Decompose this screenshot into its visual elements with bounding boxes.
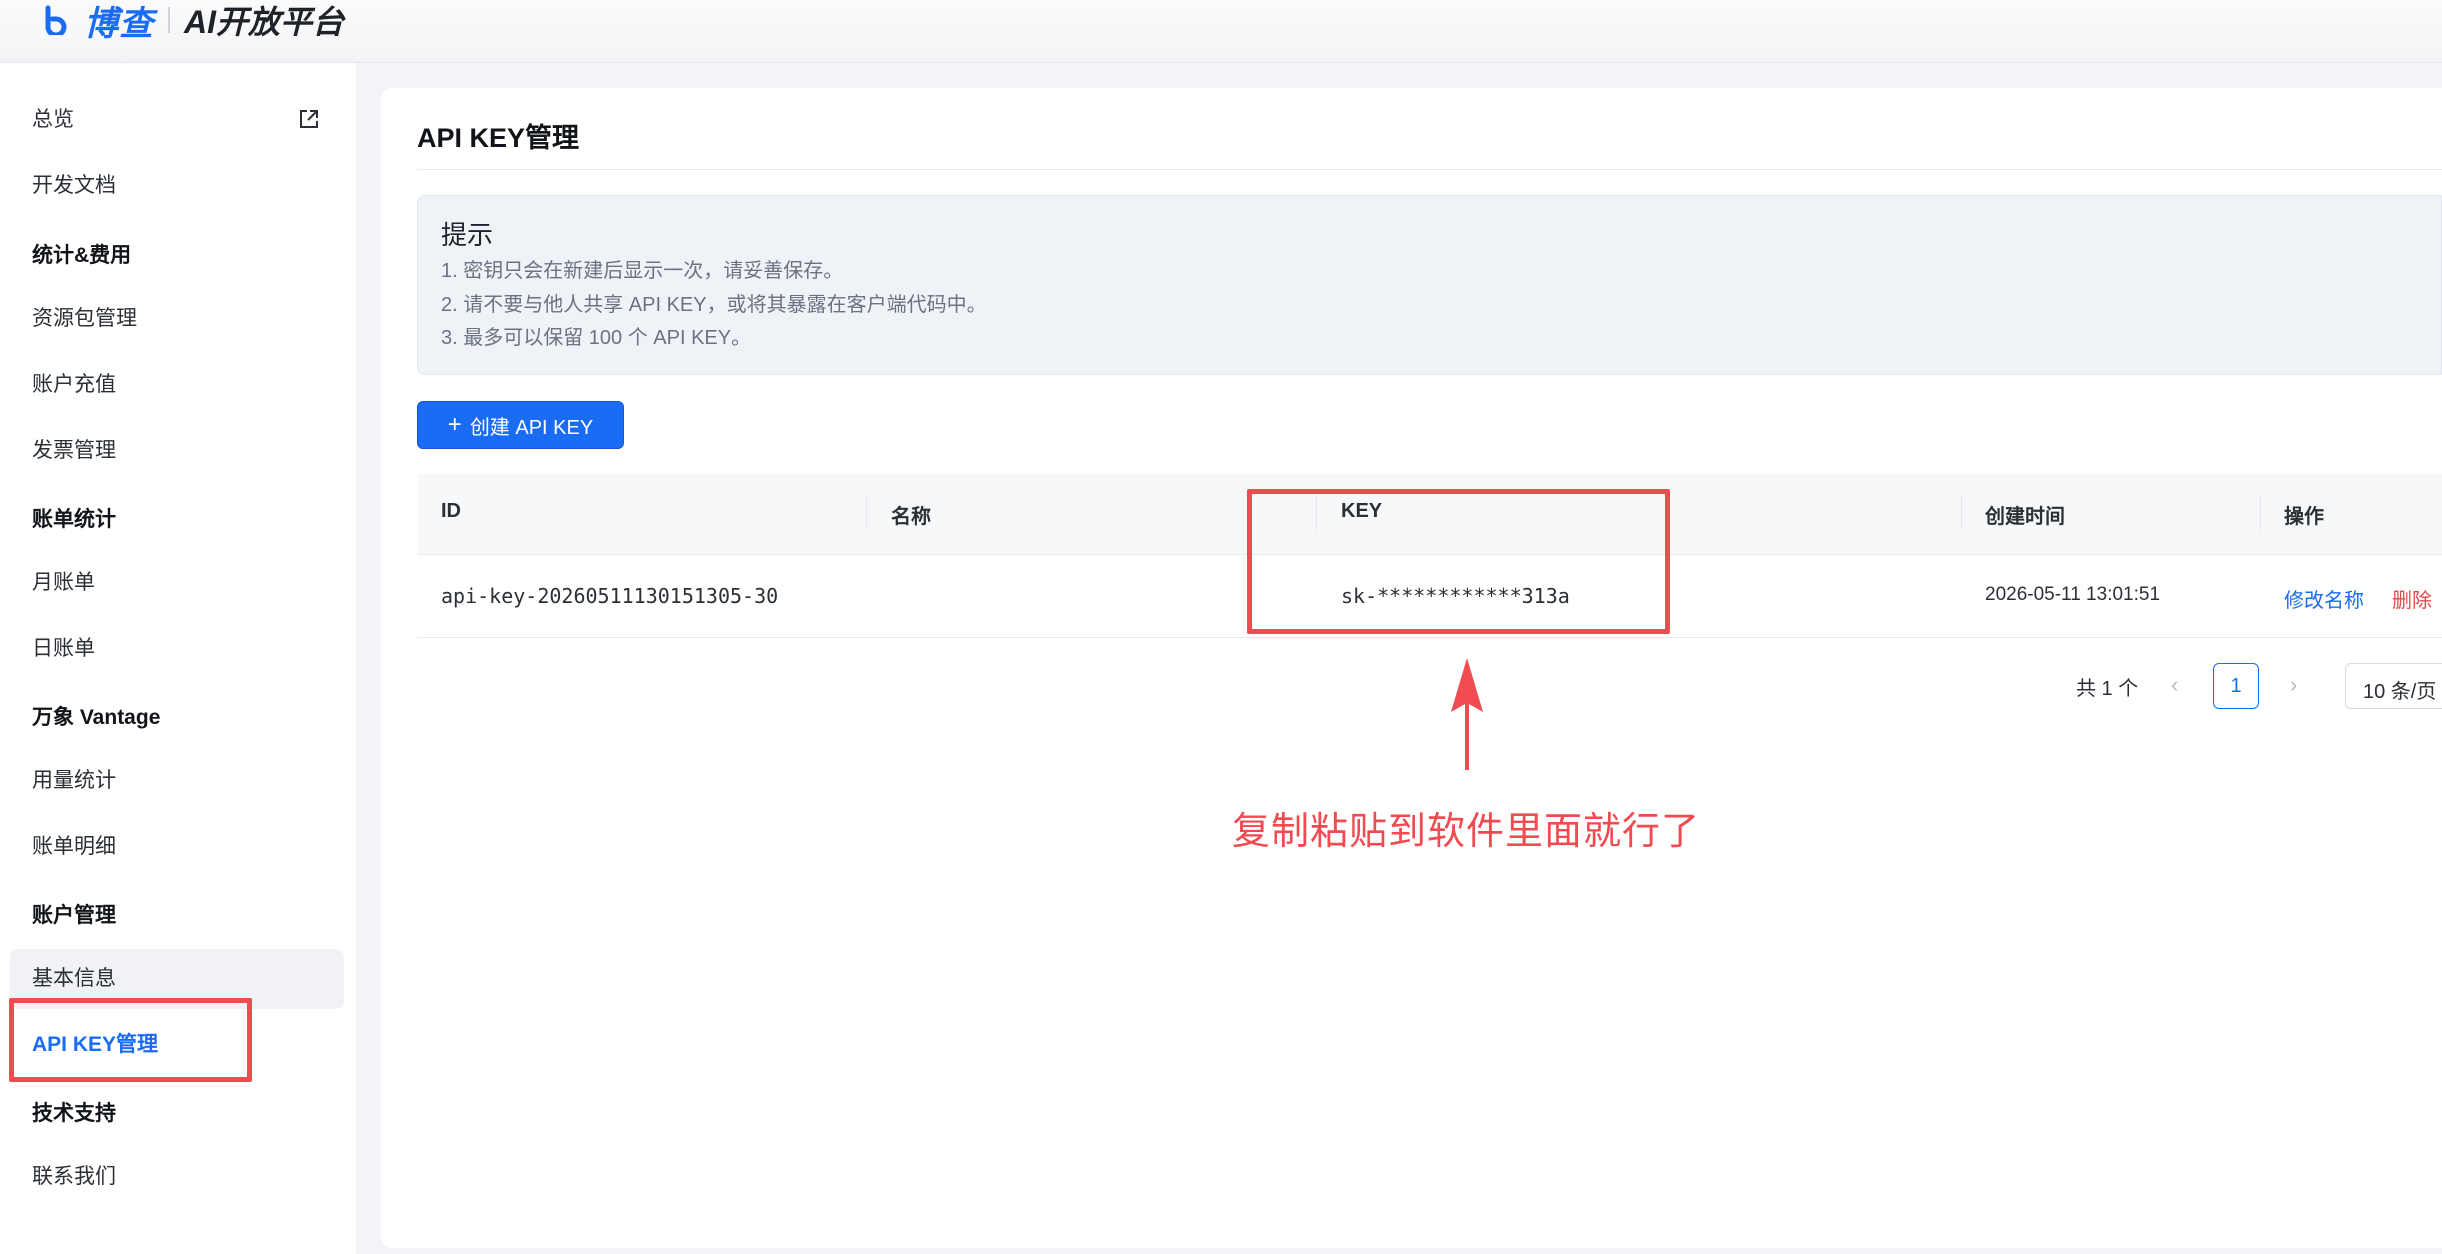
sidebar-item-daily-bill[interactable]: 日账单 [32,632,95,662]
annotation-text: 复制粘贴到软件里面就行了 [1232,811,1701,853]
create-api-key-button[interactable]: + 创建 API KEY [417,401,624,449]
sidebar-item-recharge[interactable]: 账户充值 [32,368,116,398]
column-header-created: 创建时间 [1985,506,2065,528]
sidebar-group-vantage: 万象 Vantage [32,706,161,729]
cell-id: api-key-20260511130151305-30 [441,584,779,608]
top-bar: 博查 AI开放平台 [0,0,2442,63]
sidebar-item-invoices[interactable]: 发票管理 [32,434,116,464]
title-divider [417,169,2442,170]
tip-title: 提示 [441,220,494,250]
sidebar-item-overview[interactable]: 总览 [32,103,74,133]
plus-icon: + [447,411,462,438]
sidebar-item-monthly-bill[interactable]: 月账单 [32,566,95,596]
column-divider [866,496,867,530]
page-size-select[interactable]: 10 条/页 [2345,663,2442,709]
sidebar-group-stats-fees: 统计&费用 [32,244,132,267]
sidebar-item-basic-info[interactable]: 基本信息 [32,962,116,992]
tip-line: 2. 请不要与他人共享 API KEY，或将其暴露在客户端代码中。 [441,294,987,316]
pagination-total: 共 1 个 [2076,678,2139,700]
sidebar-item-contact[interactable]: 联系我们 [32,1160,116,1190]
page-title: API KEY管理 [417,123,580,153]
sidebar-group-billing: 账单统计 [32,508,116,531]
column-divider [2260,496,2261,530]
create-api-key-label: 创建 API KEY [469,416,594,439]
sidebar-highlight-box [9,998,252,1082]
key-highlight-box [1247,489,1670,634]
cell-created: 2026-05-11 13:01:51 [1985,584,2161,605]
brand-name: 博查 [84,4,154,43]
column-header-id: ID [441,500,461,522]
platform-name: AI开放平台 [184,4,345,40]
sidebar-item-resource-packs[interactable]: 资源包管理 [32,302,137,332]
pagination-current-page[interactable]: 1 [2213,663,2259,709]
prev-page-icon[interactable]: ‹ [2171,672,2178,698]
external-link-icon[interactable] [298,108,320,130]
sidebar-group-support: 技术支持 [32,1102,116,1125]
next-page-icon[interactable]: › [2290,672,2297,698]
sidebar-item-docs[interactable]: 开发文档 [32,169,116,199]
logo-icon [40,3,74,37]
logo[interactable]: 博查 AI开放平台 [40,0,345,43]
rename-link[interactable]: 修改名称 [2284,584,2364,613]
logo-divider [168,7,170,33]
sidebar-group-account: 账户管理 [32,904,116,927]
annotation-arrow-icon [1447,658,1487,770]
delete-link[interactable]: 删除 [2392,584,2432,613]
tip-line: 3. 最多可以保留 100 个 API KEY。 [441,327,752,349]
sidebar-item-usage[interactable]: 用量统计 [32,764,116,794]
tip-line: 1. 密钥只会在新建后显示一次，请妥善保存。 [441,260,844,282]
column-divider [1961,496,1962,530]
sidebar-item-bill-details[interactable]: 账单明细 [32,830,116,860]
column-header-actions: 操作 [2284,506,2324,528]
column-header-name: 名称 [891,506,931,528]
